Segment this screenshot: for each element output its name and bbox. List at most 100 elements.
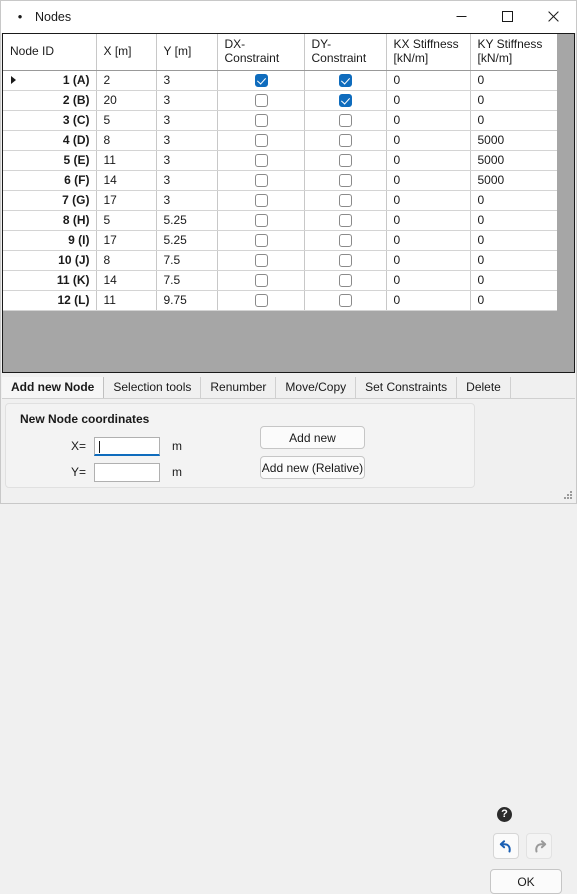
cell-dx-constraint[interactable] [217, 250, 305, 271]
cell-dx-constraint[interactable] [217, 190, 305, 211]
dy-constraint-checkbox[interactable] [339, 274, 352, 288]
cell-kx-stiffness[interactable]: 0 [386, 70, 471, 91]
cell-node-id[interactable]: 11 (K) [3, 270, 97, 291]
dy-constraint-checkbox[interactable] [339, 194, 352, 208]
cell-node-id[interactable]: 5 (E) [3, 150, 97, 171]
cell-dy-constraint[interactable] [304, 190, 387, 211]
cell-x[interactable]: 14 [96, 270, 157, 291]
cell-dy-constraint[interactable] [304, 250, 387, 271]
dy-constraint-checkbox[interactable] [339, 254, 352, 268]
cell-node-id[interactable]: 4 (D) [3, 130, 97, 151]
column-header-y[interactable]: Y [m] [156, 34, 218, 71]
dx-constraint-checkbox[interactable] [254, 94, 268, 108]
dx-constraint-checkbox[interactable] [254, 134, 268, 148]
cell-y[interactable]: 5.25 [156, 230, 218, 251]
table-row[interactable]: 4 (D) 8 3 0 5000 [3, 130, 558, 151]
table-row[interactable]: 8 (H) 5 5.25 0 0 [3, 210, 558, 231]
cell-y[interactable]: 3 [156, 150, 218, 171]
cell-y[interactable]: 3 [156, 70, 218, 91]
dx-constraint-checkbox[interactable] [254, 174, 268, 188]
cell-kx-stiffness[interactable]: 0 [386, 210, 471, 231]
dx-constraint-checkbox[interactable] [254, 154, 268, 168]
cell-kx-stiffness[interactable]: 0 [386, 90, 471, 111]
minimize-button[interactable] [438, 1, 484, 32]
cell-node-id[interactable]: 2 (B) [3, 90, 97, 111]
cell-kx-stiffness[interactable]: 0 [386, 190, 471, 211]
cell-y[interactable]: 3 [156, 110, 218, 131]
cell-x[interactable]: 2 [96, 70, 157, 91]
table-row[interactable]: 9 (I) 17 5.25 0 0 [3, 230, 558, 251]
cell-ky-stiffness[interactable]: 0 [470, 210, 558, 231]
table-row[interactable]: 12 (L) 11 9.75 0 0 [3, 290, 558, 311]
column-header-node-id[interactable]: Node ID [3, 34, 97, 71]
cell-x[interactable]: 5 [96, 110, 157, 131]
cell-ky-stiffness[interactable]: 0 [470, 270, 558, 291]
dy-constraint-checkbox[interactable] [339, 214, 352, 228]
column-header-ky-stiffness[interactable]: KY Stiffness [kN/m] [470, 34, 558, 71]
cell-dy-constraint[interactable] [304, 170, 387, 191]
dy-constraint-checkbox[interactable] [339, 74, 352, 88]
table-row[interactable]: 2 (B) 20 3 0 0 [3, 90, 558, 111]
cell-kx-stiffness[interactable]: 0 [386, 230, 471, 251]
cell-ky-stiffness[interactable]: 0 [470, 290, 558, 311]
column-header-x[interactable]: X [m] [96, 34, 157, 71]
dx-constraint-checkbox[interactable] [254, 214, 268, 228]
dy-constraint-checkbox[interactable] [339, 94, 352, 108]
dx-constraint-checkbox[interactable] [254, 194, 268, 208]
cell-dx-constraint[interactable] [217, 90, 305, 111]
dx-constraint-checkbox[interactable] [254, 254, 268, 268]
cell-ky-stiffness[interactable]: 0 [470, 110, 558, 131]
cell-x[interactable]: 11 [96, 290, 157, 311]
column-header-kx-stiffness[interactable]: KX Stiffness [kN/m] [386, 34, 471, 71]
cell-y[interactable]: 3 [156, 90, 218, 111]
cell-x[interactable]: 17 [96, 190, 157, 211]
cell-y[interactable]: 9.75 [156, 290, 218, 311]
cell-x[interactable]: 20 [96, 90, 157, 111]
cell-dy-constraint[interactable] [304, 110, 387, 131]
cell-dy-constraint[interactable] [304, 230, 387, 251]
table-row[interactable]: 10 (J) 8 7.5 0 0 [3, 250, 558, 271]
x-input[interactable] [94, 436, 160, 456]
cell-y[interactable]: 3 [156, 170, 218, 191]
tab-add-new-node[interactable]: Add new Node [2, 377, 105, 398]
tab-move-copy[interactable]: Move/Copy [276, 377, 357, 398]
cell-ky-stiffness[interactable]: 0 [470, 190, 558, 211]
vertical-scrollbar[interactable] [557, 34, 574, 372]
dx-constraint-checkbox[interactable] [254, 74, 268, 88]
column-header-dx-constraint[interactable]: DX-Constraint [217, 34, 305, 71]
cell-kx-stiffness[interactable]: 0 [386, 250, 471, 271]
cell-x[interactable]: 11 [96, 150, 157, 171]
cell-ky-stiffness[interactable]: 0 [470, 230, 558, 251]
cell-ky-stiffness[interactable]: 5000 [470, 170, 558, 191]
cell-node-id[interactable]: 8 (H) [3, 210, 97, 231]
maximize-button[interactable] [484, 1, 530, 32]
dx-constraint-checkbox[interactable] [254, 294, 268, 308]
dy-constraint-checkbox[interactable] [339, 234, 352, 248]
cell-kx-stiffness[interactable]: 0 [386, 290, 471, 311]
cell-dx-constraint[interactable] [217, 130, 305, 151]
dx-constraint-checkbox[interactable] [254, 234, 268, 248]
table-row[interactable]: 7 (G) 17 3 0 0 [3, 190, 558, 211]
cell-node-id[interactable]: 7 (G) [3, 190, 97, 211]
add-new-button[interactable]: Add new [260, 426, 365, 449]
cell-ky-stiffness[interactable]: 0 [470, 90, 558, 111]
table-row[interactable]: 11 (K) 14 7.5 0 0 [3, 270, 558, 291]
table-row[interactable]: 5 (E) 11 3 0 5000 [3, 150, 558, 171]
cell-kx-stiffness[interactable]: 0 [386, 150, 471, 171]
cell-node-id[interactable]: 12 (L) [3, 290, 97, 311]
cell-dy-constraint[interactable] [304, 130, 387, 151]
cell-ky-stiffness[interactable]: 5000 [470, 150, 558, 171]
cell-dx-constraint[interactable] [217, 230, 305, 251]
cell-dy-constraint[interactable] [304, 270, 387, 291]
dx-constraint-checkbox[interactable] [254, 114, 268, 128]
table-row[interactable]: 3 (C) 5 3 0 0 [3, 110, 558, 131]
tab-renumber[interactable]: Renumber [201, 377, 277, 398]
dy-constraint-checkbox[interactable] [339, 134, 352, 148]
cell-y[interactable]: 3 [156, 130, 218, 151]
cell-x[interactable]: 8 [96, 130, 157, 151]
help-button[interactable]: ? [495, 805, 514, 824]
dy-constraint-checkbox[interactable] [339, 174, 352, 188]
undo-button[interactable] [493, 833, 519, 859]
cell-x[interactable]: 5 [96, 210, 157, 231]
resize-grip[interactable] [563, 490, 573, 500]
